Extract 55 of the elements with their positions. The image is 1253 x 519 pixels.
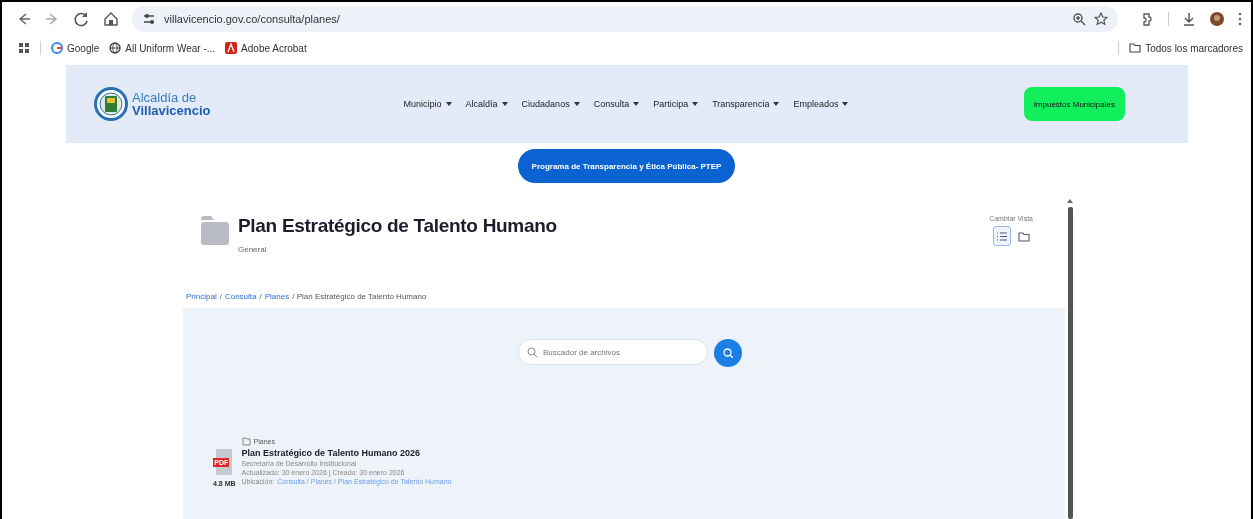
url-text: villavicencio.gov.co/consulta/planes/ <box>164 13 341 25</box>
download-icon[interactable] <box>1181 11 1197 27</box>
emblem-icon <box>94 87 128 121</box>
caret-icon <box>633 102 640 106</box>
breadcrumb-text: / Plan Estratégico de Talento Humano <box>292 292 427 301</box>
list-icon <box>996 230 1008 242</box>
address-bar[interactable]: villavicencio.gov.co/consulta/planes/ <box>132 6 1118 32</box>
nav-menu-item[interactable]: Municipio <box>403 99 452 109</box>
breadcrumb-link[interactable]: Planes <box>264 292 290 301</box>
zoom-icon[interactable] <box>1072 12 1086 26</box>
nav-menu-item[interactable]: Transparencia <box>712 99 780 109</box>
google-icon <box>51 42 63 54</box>
caret-icon <box>573 102 580 106</box>
star-icon[interactable] <box>1094 12 1108 26</box>
file-title[interactable]: Plan Estratégico de Talento Humano 2026 <box>241 448 452 458</box>
folder-icon <box>1018 230 1030 242</box>
caret-icon <box>842 102 849 106</box>
nav-menu-item[interactable]: Empleados <box>793 99 849 109</box>
tune-icon[interactable] <box>142 11 156 27</box>
breadcrumb-link[interactable]: Principal <box>186 292 217 301</box>
folder-icon <box>1129 42 1142 54</box>
search-button[interactable] <box>714 339 742 367</box>
logo-text: Alcaldía de <box>132 91 198 104</box>
acrobat-icon <box>225 42 238 54</box>
taxes-button[interactable]: Impuestos Municipales <box>1023 87 1125 121</box>
caret-icon <box>445 102 452 106</box>
nav-menu-item[interactable]: Consulta <box>593 99 640 109</box>
all-bookmarks-link[interactable]: Todos los marcadores <box>1129 42 1243 54</box>
folder-icon <box>200 215 230 246</box>
search-icon <box>527 347 537 357</box>
nav-menu-item[interactable]: Participa <box>653 99 699 109</box>
nav-menu-item[interactable]: Ciudadanos <box>521 99 580 109</box>
avatar-icon[interactable] <box>1209 11 1225 27</box>
breadcrumb-text: / <box>259 292 262 301</box>
apps-icon[interactable] <box>18 42 30 54</box>
folder-icon <box>241 437 251 446</box>
caret-icon <box>692 102 699 106</box>
page-title: Plan Estratégico de Talento Humano <box>238 215 558 237</box>
list-view-button[interactable] <box>993 226 1011 246</box>
caret-icon <box>773 102 780 106</box>
scrollbar[interactable] <box>1067 199 1073 519</box>
search-icon <box>723 348 733 358</box>
menu-icon[interactable] <box>1237 11 1243 27</box>
search-field[interactable]: Buscador de archivos <box>518 339 708 365</box>
nav-menu-item[interactable]: Alcaldía <box>465 99 508 109</box>
category-label: General <box>238 245 268 254</box>
bookmark-link[interactable]: Google <box>51 42 100 54</box>
caret-icon <box>501 102 508 106</box>
breadcrumb-text: / <box>219 292 222 301</box>
breadcrumb-link[interactable]: Consulta <box>224 292 257 301</box>
logo-text: Villavicencio <box>132 104 211 117</box>
bookmark-link[interactable]: All Uniform Wear -... <box>109 42 216 54</box>
bookmark-link[interactable]: Adobe Acrobat <box>225 42 307 54</box>
transparency-program-button[interactable]: Programa de Transparencia y Ética Pública- PTEP <box>517 149 736 183</box>
globe-icon <box>109 42 122 54</box>
